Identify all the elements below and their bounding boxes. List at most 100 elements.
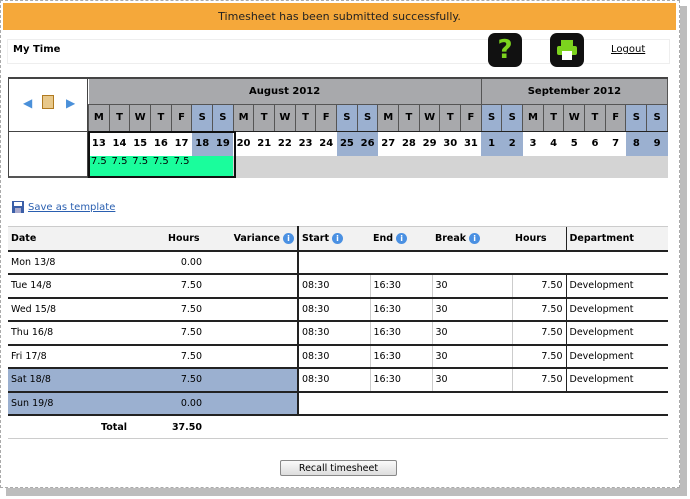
total-row: Total 37.50: [8, 415, 668, 439]
variance-cell: [205, 368, 298, 393]
print-button[interactable]: [550, 33, 584, 67]
calendar-day[interactable]: 8: [625, 131, 647, 156]
save-disk-icon: [12, 201, 24, 213]
total-value: 37.50: [165, 415, 205, 439]
variance-cell: [205, 274, 298, 299]
info-icon[interactable]: i: [396, 232, 408, 244]
day-hours: [460, 156, 482, 178]
start-cell: 08:30: [297, 274, 370, 299]
variance-cell: [205, 297, 298, 322]
calendar-day[interactable]: 25: [336, 131, 358, 156]
day-hours: [522, 156, 544, 178]
table-header: Date Hours Variance i Start i End i Break i …: [8, 226, 668, 252]
day-hours: [605, 156, 626, 178]
calendar-day[interactable]: 23: [295, 131, 316, 156]
date-cell: Sun 19/8: [8, 391, 165, 416]
prev-week-arrow-icon[interactable]: ◀: [23, 96, 32, 110]
info-icon[interactable]: i: [283, 232, 294, 244]
timesheet-table: Date Hours Variance i Start i End i Break i …: [8, 226, 668, 439]
start-cell: 08:30: [297, 368, 370, 393]
weekday-letter: T: [439, 103, 462, 132]
col-start: Start i: [297, 226, 370, 252]
weekday-letter: W: [418, 103, 441, 132]
calendar-day[interactable]: 19: [212, 131, 234, 156]
date-cell: Thu 16/8: [8, 321, 165, 346]
date-cell: Sat 18/8: [8, 368, 165, 393]
weekday-letter: T: [398, 103, 420, 132]
date-cell: Mon 13/8: [8, 250, 165, 275]
info-icon[interactable]: i: [469, 232, 481, 244]
day-hours: [543, 156, 564, 178]
empty-entry-cell: [297, 250, 668, 275]
variance-cell: [205, 391, 298, 416]
date-cell: Wed 15/8: [8, 297, 165, 322]
help-button[interactable]: ?: [488, 33, 522, 67]
break-cell: 30: [431, 274, 512, 299]
weekday-letter: F: [315, 103, 338, 132]
weekday-letter: M: [377, 103, 400, 132]
weekday-letter: S: [191, 103, 214, 132]
calendar-day[interactable]: 6: [584, 131, 606, 156]
calendar-day[interactable]: 28: [398, 131, 420, 156]
printer-icon: [557, 40, 577, 60]
calendar-day[interactable]: 27: [377, 131, 399, 156]
calendar-day[interactable]: 24: [315, 131, 337, 156]
weekday-letter: W: [563, 103, 586, 132]
calendar-day[interactable]: 22: [274, 131, 296, 156]
calendar-day[interactable]: 31: [460, 131, 482, 156]
calendar-day[interactable]: 30: [439, 131, 461, 156]
calendar-day[interactable]: 3: [522, 131, 544, 156]
department-cell: Development: [565, 274, 668, 299]
calendar-day[interactable]: 2: [501, 131, 523, 156]
calendar-day[interactable]: 16: [150, 131, 172, 156]
weekday-letter: S: [501, 103, 524, 132]
break-cell: 30: [431, 297, 512, 322]
calendar-day[interactable]: 7: [605, 131, 626, 156]
logout-link[interactable]: Logout: [611, 44, 645, 55]
next-week-arrow-icon[interactable]: ▶: [66, 96, 75, 110]
hours-cell: 7.50: [165, 368, 205, 393]
save-as-template[interactable]: Save as template: [12, 201, 115, 213]
col-break: Break i: [432, 226, 512, 252]
calendar-day[interactable]: 21: [253, 131, 275, 156]
calendar-day[interactable]: 14: [109, 131, 130, 156]
calendar-day[interactable]: 5: [563, 131, 585, 156]
calendar-icon[interactable]: [42, 95, 54, 109]
calendar-day[interactable]: 17: [171, 131, 192, 156]
variance-cell: [205, 250, 298, 275]
department-cell: Development: [565, 297, 668, 322]
col-department: Department: [565, 226, 668, 252]
calendar-day[interactable]: 20: [233, 131, 254, 156]
worked-hours-cell: 7.50: [511, 297, 566, 322]
total-label: Total: [8, 415, 165, 439]
calendar-day[interactable]: 29: [419, 131, 440, 156]
day-hours: [212, 156, 234, 178]
table-row: Fri 17/8 7.50 08:30 16:30 30 7.50 Development: [8, 344, 668, 369]
weekday-letter: W: [129, 103, 152, 132]
day-hours: [584, 156, 606, 178]
calendar-day[interactable]: 15: [129, 131, 151, 156]
calendar-day[interactable]: 18: [191, 131, 213, 156]
end-cell: 16:30: [369, 368, 432, 393]
day-hours: [501, 156, 523, 178]
calendar-day[interactable]: 26: [357, 131, 378, 156]
break-cell: 30: [431, 344, 512, 369]
table-row: Wed 15/8 7.50 08:30 16:30 30 7.50 Development: [8, 297, 668, 322]
hours-cell: 0.00: [165, 250, 205, 275]
calendar-day[interactable]: 1: [481, 131, 502, 156]
calendar-day[interactable]: 4: [543, 131, 564, 156]
weekday-letter: T: [108, 103, 131, 132]
department-cell: Development: [565, 344, 668, 369]
save-as-template-link[interactable]: Save as template: [28, 202, 115, 213]
calendar-day[interactable]: 9: [646, 131, 668, 156]
day-hours: 7.5: [150, 156, 172, 178]
date-cell: Fri 17/8: [8, 344, 165, 369]
worked-hours-cell: 7.50: [511, 321, 566, 346]
recall-timesheet-button[interactable]: Recall timesheet: [280, 460, 397, 476]
calendar-day[interactable]: 13: [88, 131, 110, 156]
weekday-letter: F: [460, 103, 482, 132]
weekday-letter: M: [232, 103, 255, 132]
weekday-letter: S: [480, 103, 503, 132]
info-icon[interactable]: i: [332, 232, 344, 244]
end-cell: 16:30: [369, 297, 432, 322]
